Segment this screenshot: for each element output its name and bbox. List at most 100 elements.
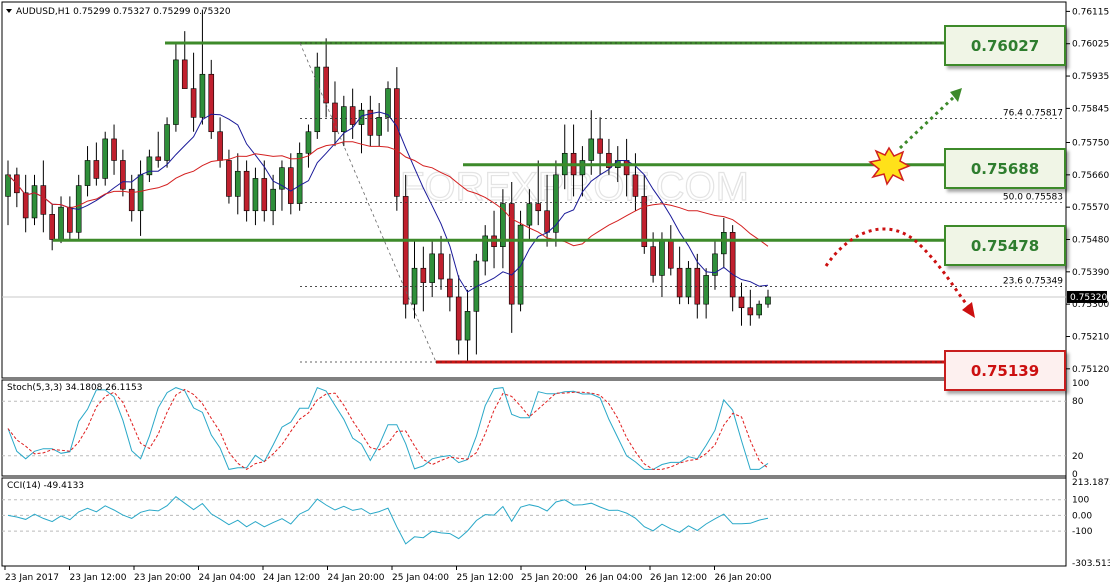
cci-tick-label: -100: [1072, 527, 1093, 537]
candle-body: [438, 253, 444, 280]
candle-body: [685, 267, 692, 298]
price-tick-label: 0.75390: [1072, 268, 1109, 278]
candle-body: [181, 59, 188, 89]
candle-body: [659, 239, 665, 276]
stoch-title: Stoch(5,3,3) 34.1808 26.1153: [7, 383, 143, 393]
time-tick-label: 24 Jan 04:00: [199, 573, 256, 583]
price-tick-label: 0.75845: [1072, 104, 1109, 114]
stoch-tick-label: 80: [1072, 397, 1084, 407]
candle-body: [252, 178, 259, 212]
axis-layer: 0.76115 0.76025 0.75935 0.75845 0.75750 0.756…: [4, 7, 1110, 583]
candle-body: [385, 88, 391, 118]
candle-body: [721, 232, 727, 255]
candle-body: [394, 88, 400, 197]
candle-body: [526, 203, 533, 226]
candle-body: [120, 160, 126, 190]
stoch-panel-frame: [1, 379, 1067, 477]
candle-body: [22, 192, 29, 219]
price-tick-label: 0.76025: [1072, 40, 1109, 50]
candle-body: [358, 109, 365, 125]
candle-body: [5, 174, 11, 197]
candle-body: [137, 174, 144, 212]
time-tick-label: 26 Jan 04:00: [586, 573, 643, 583]
candle-body: [305, 131, 312, 154]
candle-body: [190, 88, 197, 118]
chart-canvas[interactable]: FOREXPROF.COM 0.761150.760250.759350.758…: [0, 0, 1110, 588]
red-arrow-head: [962, 302, 975, 318]
candle-body: [747, 307, 754, 316]
grid-layer: [2, 296, 1066, 532]
candle-body: [517, 224, 524, 305]
time-tick-label: 23 Jan 20:00: [134, 573, 191, 583]
candle-body: [243, 170, 250, 212]
candle-body: [544, 210, 550, 233]
candle-body: [535, 203, 542, 212]
price-tick-label: 0.75480: [1072, 235, 1109, 245]
fib-label-76: 76.4 0.75817: [1003, 108, 1063, 118]
candle-body: [67, 206, 73, 233]
candle-body: [738, 296, 745, 309]
price-tick-label: 0.76115: [1072, 7, 1109, 17]
candle-body: [155, 156, 162, 161]
candle-body: [341, 106, 347, 133]
time-tick-label: 23 Jan 12:00: [70, 573, 127, 583]
candle-body: [579, 160, 586, 176]
stoch-tick-label: 100: [1072, 379, 1089, 389]
price-tick-label: 0.75570: [1072, 203, 1109, 213]
candle-body: [553, 174, 559, 233]
candle-body: [58, 206, 64, 240]
time-tick-label: 24 Jan 20:00: [328, 573, 385, 583]
candle-body: [208, 73, 215, 133]
candle-body: [455, 296, 462, 341]
candle-body: [173, 59, 179, 125]
price-tick-label: 0.75210: [1072, 332, 1109, 342]
candle-body: [676, 267, 683, 298]
stoch-main-line: [7, 386, 769, 470]
fib-label-50: 50.0 0.75583: [1003, 192, 1063, 202]
candle-body: [261, 178, 268, 212]
candle-body: [199, 73, 206, 118]
candle-body: [597, 138, 603, 154]
candle-body: [376, 117, 382, 136]
cci-tick-label: -303.5132: [1072, 559, 1110, 569]
cci-tick-label: 0.00: [1072, 511, 1092, 521]
time-tick-label: 26 Jan 20:00: [715, 573, 772, 583]
candle-body: [49, 214, 55, 240]
candle-body: [703, 275, 709, 305]
current-price-text: 0.75320: [1070, 293, 1107, 303]
cci-tick-label: 213.1872: [1072, 478, 1110, 488]
candle-body: [464, 311, 471, 341]
level-box-75688: 0.75688: [944, 148, 1066, 189]
cci-tick-label: 100: [1072, 496, 1089, 506]
candle-body: [164, 124, 170, 161]
candle-body: [287, 167, 294, 204]
header-dropdown-icon[interactable]: [6, 9, 12, 13]
time-tick-label: 25 Jan 20:00: [521, 573, 578, 583]
candle-body: [332, 102, 338, 133]
candle-body: [226, 160, 232, 197]
time-tick-label: 24 Jan 12:00: [263, 573, 320, 583]
candle-body: [102, 138, 109, 179]
price-tick-label: 0.75750: [1072, 139, 1109, 149]
candle-body: [217, 131, 223, 161]
candle-body: [296, 152, 303, 204]
candle-body: [314, 66, 321, 133]
candle-body: [40, 185, 47, 215]
oscillator-layer: [7, 386, 769, 545]
candle-body: [623, 160, 630, 176]
level-box-75139: 0.75139: [944, 350, 1066, 391]
candle-body: [588, 138, 595, 161]
level-box-76027: 0.76027: [944, 25, 1066, 66]
candle-body: [667, 239, 674, 269]
candle-body: [349, 106, 356, 125]
price-tick-label: 0.75660: [1072, 171, 1109, 181]
chart-window[interactable]: FOREXPROF.COM 0.76115 0.76025 0.75935 0.758…: [0, 0, 1110, 588]
candle-body: [402, 196, 409, 305]
breakout-burst-icon: [868, 146, 911, 186]
candle-body: [84, 160, 91, 186]
time-tick-label: 26 Jan 12:00: [650, 573, 707, 583]
candle-body: [31, 185, 38, 219]
candle-body: [234, 170, 241, 197]
time-tick-label: 23 Jan 2017: [5, 573, 59, 583]
candle-body: [420, 267, 427, 283]
